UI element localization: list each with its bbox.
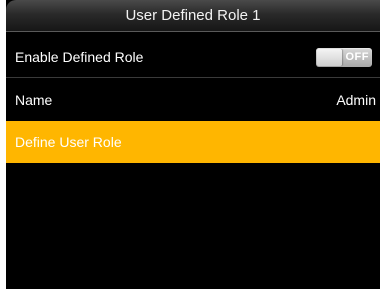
define-user-role-row[interactable]: Define User Role bbox=[6, 121, 380, 163]
define-user-role-label: Define User Role bbox=[15, 134, 122, 150]
name-label: Name bbox=[15, 92, 53, 108]
name-value: Admin bbox=[336, 92, 376, 108]
name-row[interactable]: Name Admin bbox=[6, 79, 380, 121]
enable-defined-role-label: Enable Defined Role bbox=[15, 49, 144, 65]
toggle-state-text: OFF bbox=[345, 51, 369, 63]
enable-defined-role-toggle[interactable]: OFF bbox=[316, 48, 372, 67]
enable-defined-role-row[interactable]: Enable Defined Role OFF bbox=[6, 36, 380, 78]
device-frame: User Defined Role 1 Enable Defined Role … bbox=[0, 0, 380, 289]
toggle-knob bbox=[317, 49, 342, 66]
page-title: User Defined Role 1 bbox=[6, 0, 380, 32]
screen: User Defined Role 1 Enable Defined Role … bbox=[6, 0, 380, 289]
